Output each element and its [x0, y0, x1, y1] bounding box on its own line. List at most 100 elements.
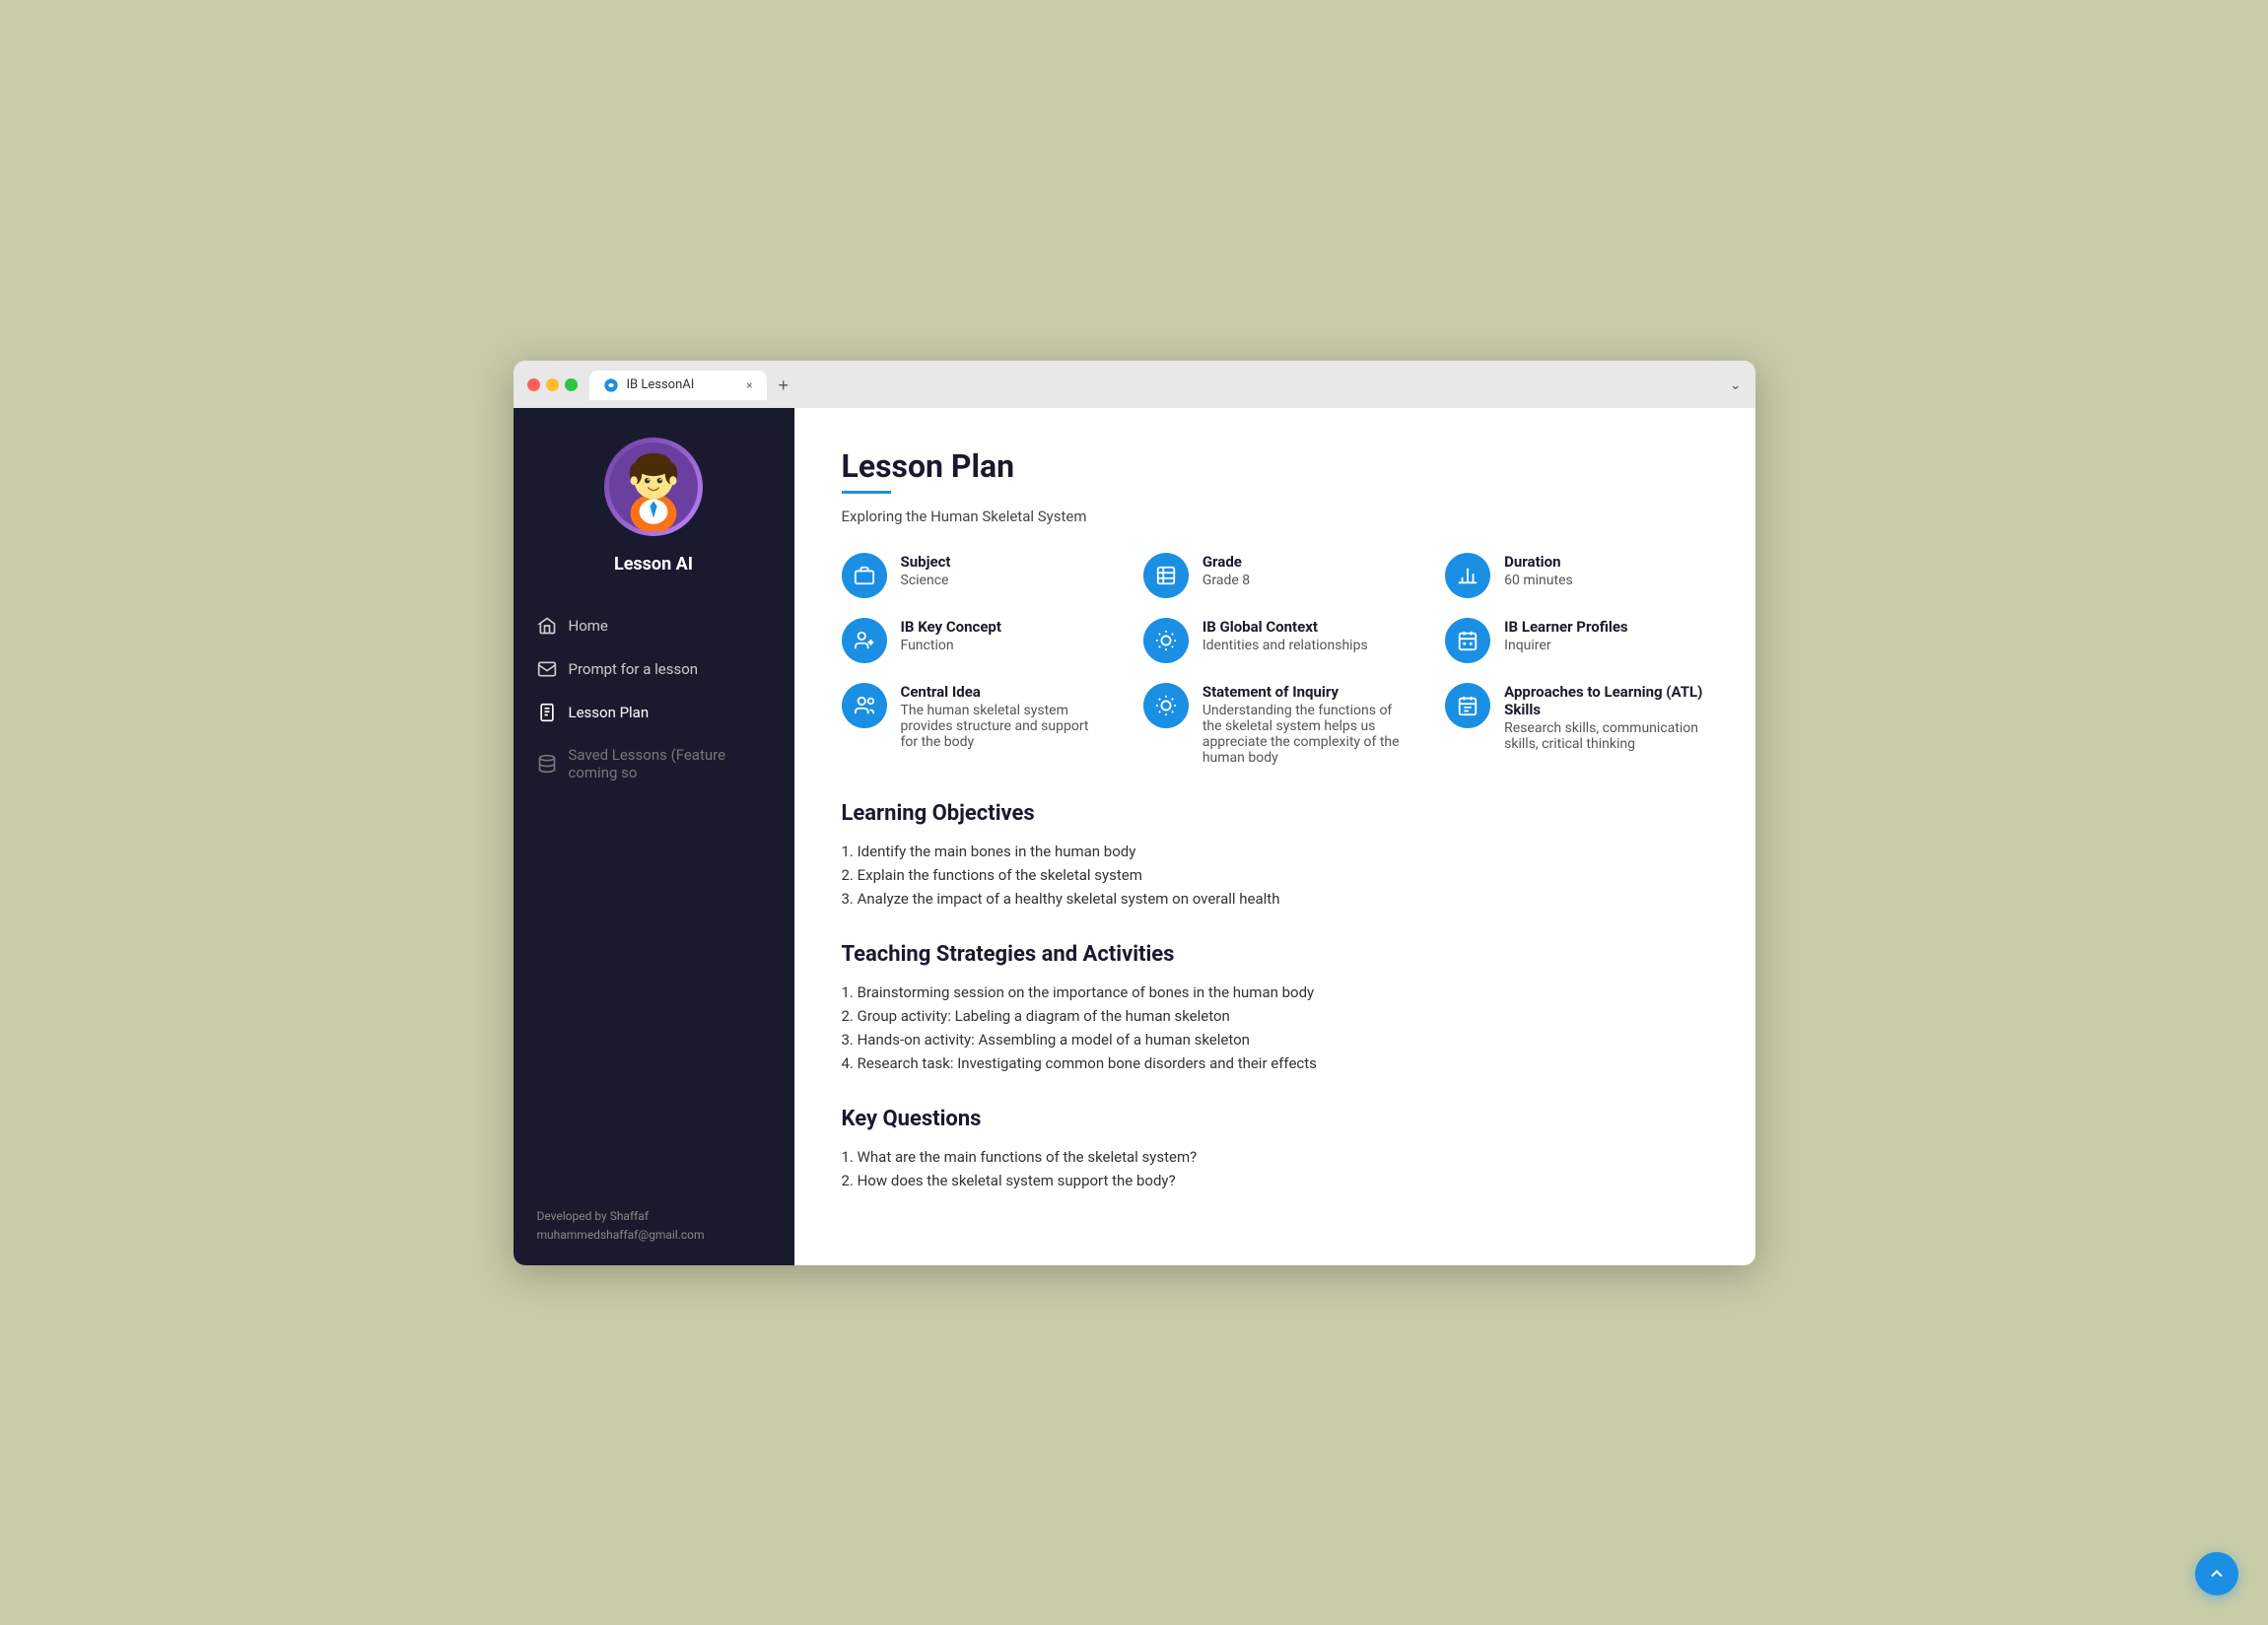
section-teaching-strategies: Teaching Strategies and Activities 1. Br… [842, 942, 1708, 1075]
browser-chrome: IB LessonAI × + ⌄ [514, 361, 1755, 408]
list-item: 1. What are the main functions of the sk… [842, 1145, 1708, 1169]
key-concept-value: Function [901, 638, 1001, 653]
central-idea-icon-circle [842, 683, 887, 728]
info-grid: Subject Science Gr [842, 553, 1708, 766]
global-context-label: IB Global Context [1203, 618, 1368, 636]
minimize-window-button[interactable] [546, 378, 559, 391]
title-underline [842, 491, 891, 494]
active-tab[interactable]: IB LessonAI × [589, 371, 767, 400]
learner-profiles-label: IB Learner Profiles [1504, 618, 1627, 636]
list-item: 2. Group activity: Labeling a diagram of… [842, 1004, 1708, 1028]
subject-value: Science [901, 573, 951, 588]
teaching-strategies-title: Teaching Strategies and Activities [842, 942, 1708, 967]
info-card-global-context: IB Global Context Identities and relatio… [1143, 618, 1406, 663]
learner-profiles-icon-circle [1445, 618, 1490, 663]
list-item: 2. How does the skeletal system support … [842, 1169, 1708, 1192]
list-item: 1. Identify the main bones in the human … [842, 840, 1708, 863]
list-item: 3. Analyze the impact of a healthy skele… [842, 887, 1708, 911]
calendar-icon [1457, 630, 1478, 651]
browser-top-bar: IB LessonAI × + ⌄ [527, 371, 1742, 408]
sidebar: Lesson AI Home Prompt fo [514, 408, 794, 1265]
subject-icon-circle [842, 553, 887, 598]
sidebar-lesson-plan-label: Lesson Plan [569, 704, 650, 721]
info-card-subject: Subject Science [842, 553, 1104, 598]
sidebar-prompt-label: Prompt for a lesson [569, 660, 699, 678]
sidebar-item-prompt[interactable]: Prompt for a lesson [514, 647, 794, 691]
section-key-questions: Key Questions 1. What are the main funct… [842, 1107, 1708, 1192]
sidebar-home-label: Home [569, 617, 608, 635]
statement-inquiry-icon-circle [1143, 683, 1189, 728]
sidebar-footer: Developed by Shaffaf muhammedshaffaf@gma… [514, 1187, 794, 1264]
duration-value: 60 minutes [1504, 573, 1573, 588]
tab-icon [603, 377, 619, 393]
people-icon [854, 630, 875, 651]
statement-icon [1155, 695, 1177, 716]
atl-skills-value: Research skills, communication skills, c… [1504, 720, 1707, 752]
sidebar-nav: Home Prompt for a lesson Lesso [514, 594, 794, 1188]
info-card-statement-inquiry: Statement of Inquiry Understanding the f… [1143, 683, 1406, 766]
list-item: 2. Explain the functions of the skeletal… [842, 863, 1708, 887]
info-card-grade: Grade Grade 8 [1143, 553, 1406, 598]
section-learning-objectives: Learning Objectives 1. Identify the main… [842, 801, 1708, 911]
briefcase-icon [854, 565, 875, 586]
sidebar-item-home[interactable]: Home [514, 604, 794, 647]
statement-inquiry-label: Statement of Inquiry [1203, 683, 1406, 701]
sidebar-saved-label: Saved Lessons (Feature coming so [569, 746, 771, 781]
sidebar-item-lesson-plan[interactable]: Lesson Plan [514, 691, 794, 734]
global-context-value: Identities and relationships [1203, 638, 1368, 653]
key-concept-icon-circle [842, 618, 887, 663]
learning-objectives-list: 1. Identify the main bones in the human … [842, 840, 1708, 911]
global-context-icon-circle [1143, 618, 1189, 663]
duration-icon-circle [1445, 553, 1490, 598]
tab-close-button[interactable]: × [746, 378, 752, 392]
app-layout: Lesson AI Home Prompt fo [514, 408, 1755, 1265]
duration-label: Duration [1504, 553, 1573, 571]
atl-skills-label: Approaches to Learning (ATL) Skills [1504, 683, 1707, 718]
bar-chart-icon [1457, 565, 1478, 586]
central-idea-label: Central Idea [901, 683, 1104, 701]
grade-label: Grade [1203, 553, 1250, 571]
lesson-subtitle: Exploring the Human Skeletal System [842, 508, 1708, 525]
list-item: 3. Hands-on activity: Assembling a model… [842, 1028, 1708, 1051]
tab-title: IB LessonAI [627, 377, 695, 392]
info-card-learner-profiles: IB Learner Profiles Inquirer [1445, 618, 1707, 663]
learning-objectives-title: Learning Objectives [842, 801, 1708, 826]
maximize-window-button[interactable] [565, 378, 578, 391]
browser-window: IB LessonAI × + ⌄ [514, 361, 1755, 1265]
key-concept-label: IB Key Concept [901, 618, 1001, 636]
close-window-button[interactable] [527, 378, 540, 391]
grade-value: Grade 8 [1203, 573, 1250, 588]
atl-skills-icon-circle [1445, 683, 1490, 728]
avatar-illustration [609, 442, 698, 531]
list-item: 4. Research task: Investigating common b… [842, 1051, 1708, 1075]
grade-icon-circle [1143, 553, 1189, 598]
learner-profiles-value: Inquirer [1504, 638, 1627, 653]
atl-icon [1457, 695, 1478, 716]
central-idea-icon [854, 695, 875, 716]
footer-email: muhammedshaffaf@gmail.com [537, 1226, 771, 1245]
key-questions-list: 1. What are the main functions of the sk… [842, 1145, 1708, 1192]
info-card-atl-skills: Approaches to Learning (ATL) Skills Rese… [1445, 683, 1707, 766]
info-card-duration: Duration 60 minutes [1445, 553, 1707, 598]
document-icon [537, 703, 557, 722]
footer-developer: Developed by Shaffaf [537, 1207, 771, 1226]
grade-icon [1155, 565, 1177, 586]
list-item: 1. Brainstorming session on the importan… [842, 981, 1708, 1004]
statement-inquiry-value: Understanding the functions of the skele… [1203, 703, 1406, 766]
page-title: Lesson Plan [842, 447, 1708, 485]
central-idea-value: The human skeletal system provides struc… [901, 703, 1104, 750]
sidebar-item-saved-lessons[interactable]: Saved Lessons (Feature coming so [514, 734, 794, 793]
browser-chevron-icon: ⌄ [1730, 377, 1742, 393]
main-content: Lesson Plan Exploring the Human Skeletal… [794, 408, 1755, 1265]
mail-icon [537, 659, 557, 679]
tab-bar: IB LessonAI × + [589, 371, 797, 400]
key-questions-title: Key Questions [842, 1107, 1708, 1131]
home-icon [537, 616, 557, 636]
new-tab-button[interactable]: + [771, 372, 797, 400]
info-card-key-concept: IB Key Concept Function [842, 618, 1104, 663]
sidebar-app-name: Lesson AI [614, 554, 693, 575]
window-buttons [527, 378, 578, 391]
sidebar-profile: Lesson AI [514, 408, 794, 594]
sun-icon [1155, 630, 1177, 651]
avatar [604, 438, 703, 536]
